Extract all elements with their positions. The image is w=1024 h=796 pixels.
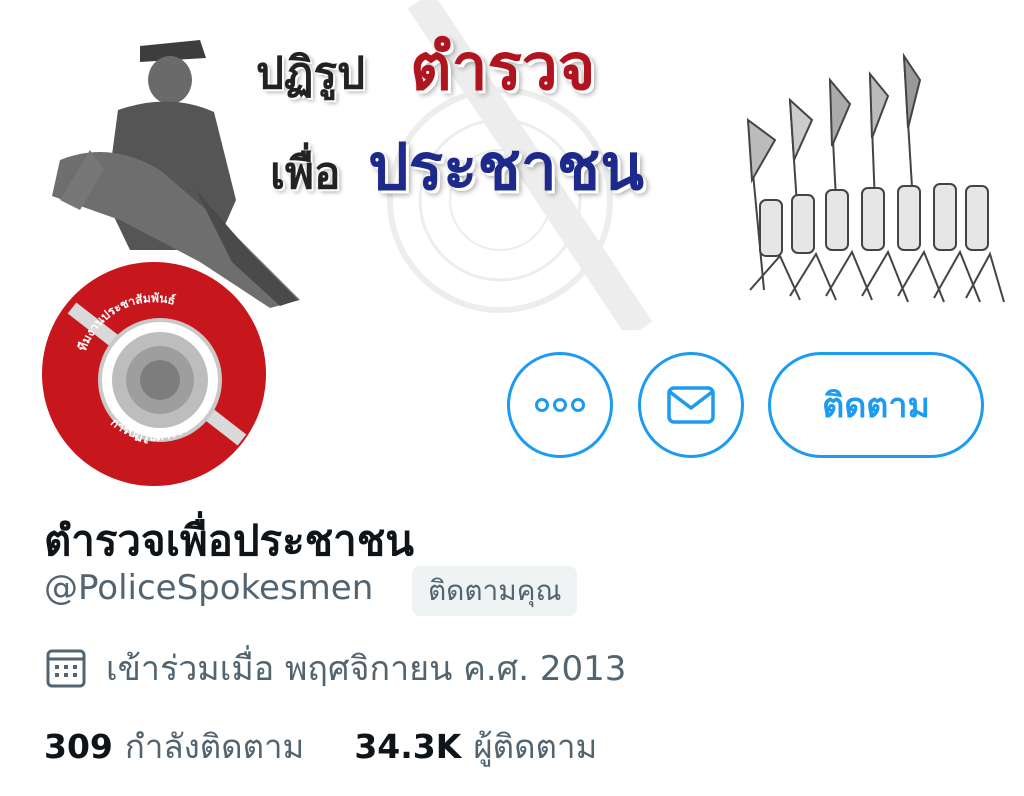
more-horizontal-icon (535, 398, 585, 412)
calendar-icon (46, 649, 86, 688)
profile-stats: 309 กำลังติดตาม 34.3K ผู้ติดตาม (44, 720, 647, 772)
display-name: ตำรวจเพื่อประชาชน (44, 516, 414, 565)
follow-button[interactable]: ติดตาม (768, 352, 984, 458)
followers-link[interactable]: 34.3K ผู้ติดตาม (354, 720, 597, 773)
joined-date: เข้าร่วมเมื่อ พฤศจิกายน ค.ศ. 2013 (44, 642, 626, 694)
followers-count: 34.3K (354, 726, 462, 766)
banner-text-police: ตำรวจ (410, 31, 596, 105)
joined-date-text: เข้าร่วมเมื่อ พฤศจิกายน ค.ศ. 2013 (106, 649, 627, 689)
envelope-icon (667, 386, 715, 424)
banner-text-people: ประชาชน (368, 131, 644, 205)
follows-you-badge: ติดตามคุณ (412, 566, 578, 616)
message-button[interactable] (638, 352, 744, 458)
more-button[interactable] (507, 352, 613, 458)
followers-label: ผู้ติดตาม (473, 726, 598, 766)
following-link[interactable]: 309 กำลังติดตาม (44, 720, 304, 773)
avatar-emblem: ทีมงานประชาสัมพันธ์ การปฏิรูปตำรวจ (42, 262, 266, 486)
avatar[interactable]: ทีมงานประชาสัมพันธ์ การปฏิรูปตำรวจ (36, 256, 272, 492)
banner-text-for: เพื่อ (270, 148, 341, 199)
following-label: กำลังติดตาม (124, 726, 305, 766)
banner-text-reform: ปฏิรูป (256, 48, 366, 99)
username-handle: @PoliceSpokesmen (44, 568, 374, 608)
following-count: 309 (44, 726, 113, 766)
